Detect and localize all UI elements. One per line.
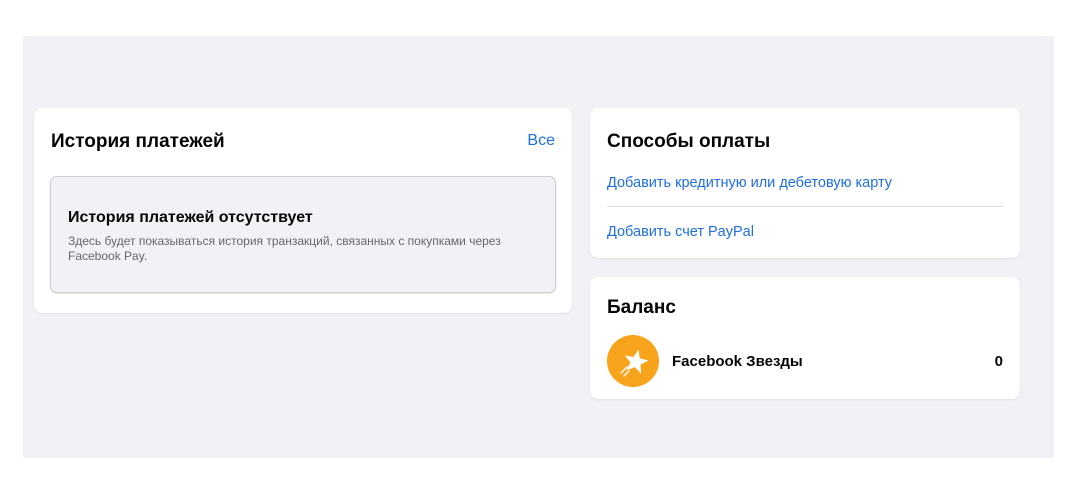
stars-count: 0 [994,353,1003,370]
balance-card: Баланс Facebook Звезды 0 [590,277,1020,399]
payment-methods-title: Способы оплаты [607,131,771,152]
see-all-link[interactable]: Все [527,132,555,150]
empty-history-box: История платежей отсутствует Здесь будет… [50,176,556,293]
payment-history-card: История платежей Все История платежей от… [34,108,572,313]
add-paypal-link[interactable]: Добавить счет PayPal [607,224,754,240]
add-card-link[interactable]: Добавить кредитную или дебетовую карту [607,175,892,191]
empty-history-description: Здесь будет показываться история транзак… [68,234,501,263]
divider [607,206,1004,207]
payment-methods-card: Способы оплаты Добавить кредитную или де… [590,108,1020,258]
stars-label: Facebook Звезды [672,353,803,370]
balance-title: Баланс [607,297,676,318]
empty-history-title: История платежей отсутствует [68,209,313,226]
facebook-stars-icon [607,335,659,387]
payment-history-title: История платежей [51,131,225,152]
